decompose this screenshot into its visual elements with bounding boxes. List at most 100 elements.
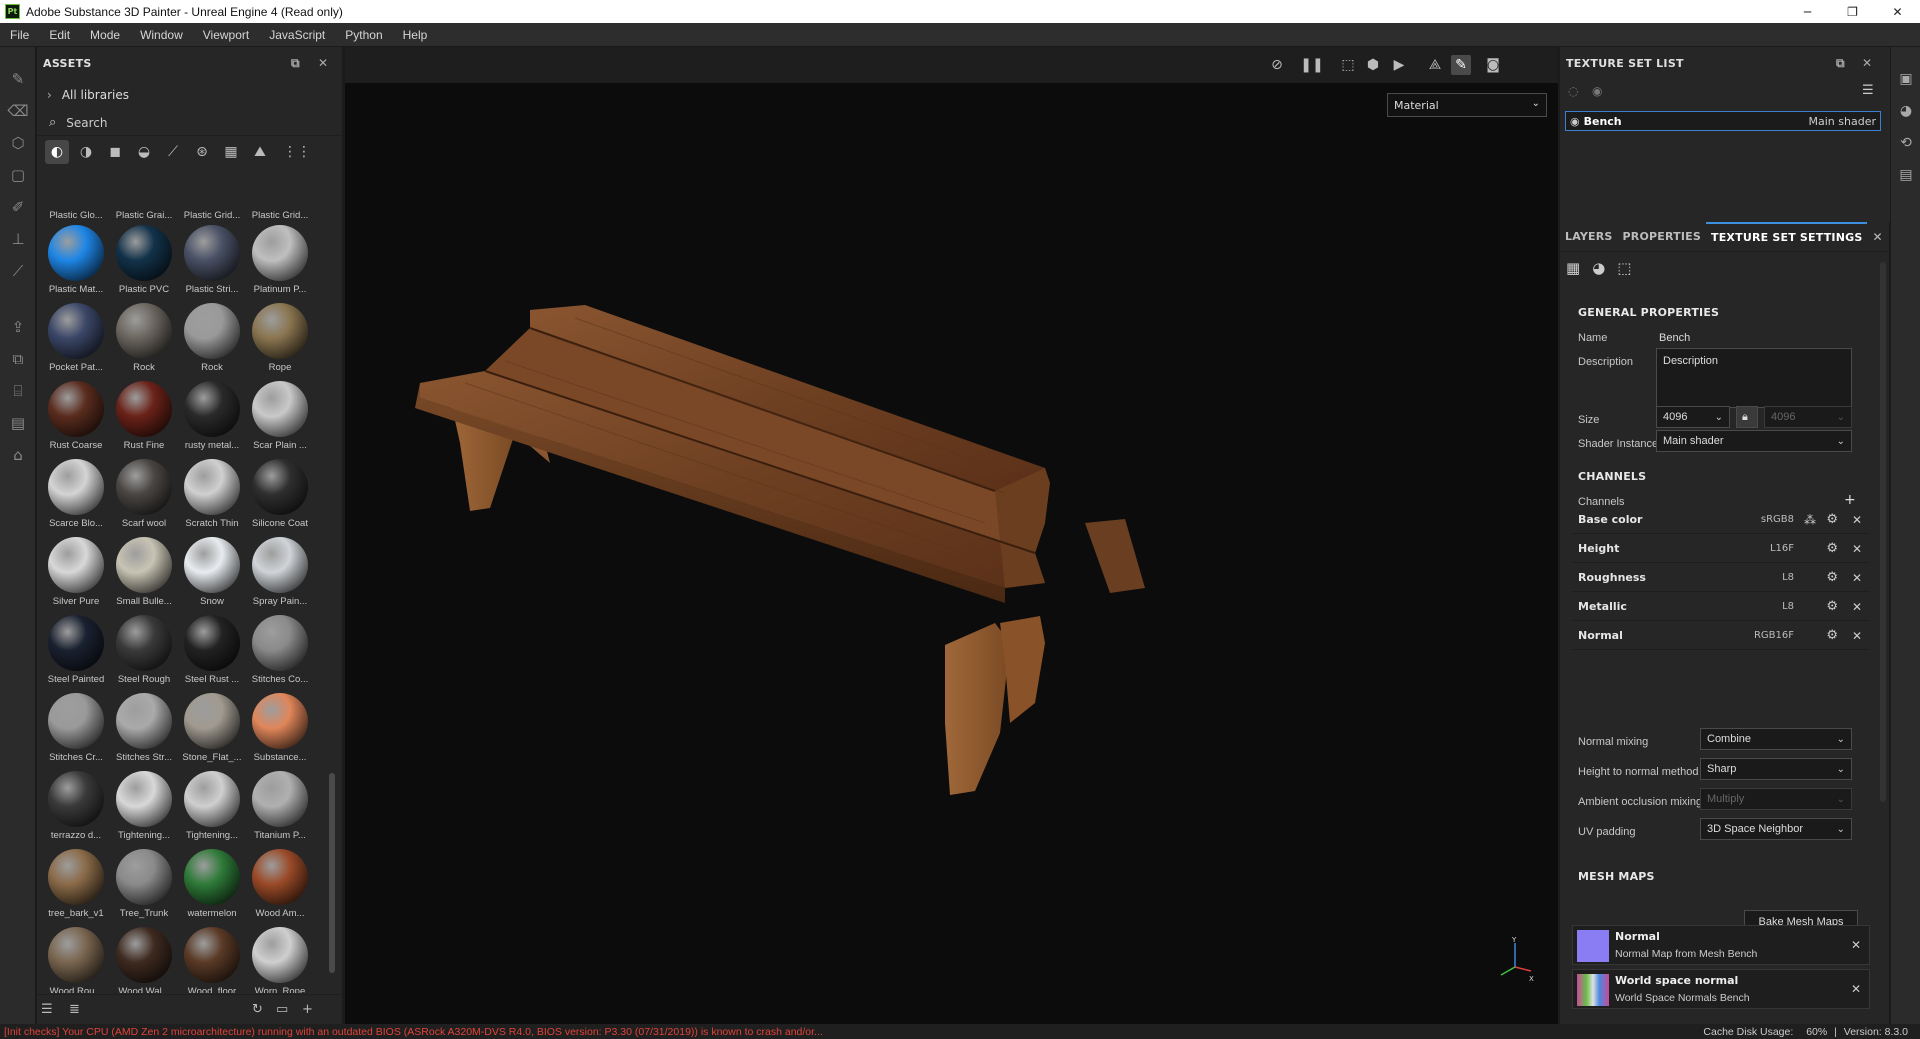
camera-icon[interactable]: ▶	[1389, 55, 1409, 75]
asset-item[interactable]: Worn_Rope	[246, 923, 314, 993]
close-icon[interactable]: ✕	[1851, 982, 1861, 996]
filter-environments-icon[interactable]: ⛰	[248, 140, 272, 164]
asset-item[interactable]: Silver Pure	[42, 533, 110, 611]
channel-row[interactable]: Base color sRGB8 ⁂ ⚙ ✕	[1572, 506, 1870, 534]
gear-icon[interactable]: ⚙	[1826, 512, 1838, 527]
mesh-map-item[interactable]: World space normal World Space Normals B…	[1572, 969, 1870, 1009]
library-icon[interactable]: ⌂	[0, 439, 36, 471]
channel-row[interactable]: Roughness L8 ⚙ ✕	[1572, 564, 1870, 592]
asset-item[interactable]: Rope	[246, 299, 314, 377]
paint-mode-icon[interactable]: ✎	[1451, 55, 1471, 75]
asset-item[interactable]: Scarce Blo...	[42, 455, 110, 533]
filter-smart-masks-icon[interactable]: ◼	[103, 140, 127, 164]
asset-item[interactable]: Scar Plain ...	[246, 377, 314, 455]
close-icon[interactable]: ✕	[1852, 629, 1862, 643]
size-select[interactable]: 4096 ⌄	[1656, 406, 1730, 428]
asset-item[interactable]: Rust Coarse	[42, 377, 110, 455]
filter-materials-icon[interactable]: ◐	[45, 140, 69, 164]
clone-stamp-icon[interactable]: ⊥	[0, 223, 36, 255]
tab-layers[interactable]: LAYERS	[1560, 222, 1618, 252]
asset-item[interactable]: Titanium P...	[246, 767, 314, 845]
channel-row[interactable]: Normal RGB16F ⚙ ✕	[1572, 622, 1870, 650]
projection-icon[interactable]: ⬡	[0, 127, 36, 159]
asset-item[interactable]: Stitches Co...	[246, 611, 314, 689]
asset-item[interactable]: Spray Pain...	[246, 533, 314, 611]
asset-item[interactable]: Wood Wal...	[110, 923, 178, 993]
gear-icon[interactable]: ⚙	[1826, 628, 1838, 643]
menu-python[interactable]: Python	[335, 28, 392, 42]
asset-item[interactable]: Tightening...	[178, 767, 246, 845]
smudge-icon[interactable]: ✐	[0, 191, 36, 223]
maximize-button[interactable]: ❐	[1830, 0, 1875, 23]
gear-icon[interactable]: ⚙	[1826, 599, 1838, 614]
asset-item[interactable]: Plastic Grid...	[178, 193, 246, 221]
filter-brushes-icon[interactable]: ⟋	[161, 140, 185, 164]
material-icon[interactable]: ◕	[1592, 259, 1605, 277]
close-icon[interactable]: ✕	[1851, 938, 1861, 952]
channel-row[interactable]: Height L16F ⚙ ✕	[1572, 535, 1870, 563]
menu-file[interactable]: File	[0, 28, 39, 42]
asset-item[interactable]: Pocket Pat...	[42, 299, 110, 377]
menu-help[interactable]: Help	[393, 28, 438, 42]
menu-viewport[interactable]: Viewport	[193, 28, 259, 42]
asset-item[interactable]: Stone_Flat_...	[178, 689, 246, 767]
list-menu-icon[interactable]: ☰	[1862, 83, 1874, 98]
gear-icon[interactable]: ⚙	[1826, 570, 1838, 585]
asset-item[interactable]: Silicone Coat	[246, 455, 314, 533]
hide-icon[interactable]: ⊘	[1267, 55, 1287, 75]
uv-padding-select[interactable]: 3D Space Neighbor ⌄	[1700, 818, 1852, 840]
close-icon[interactable]: ✕	[1852, 542, 1862, 556]
library-selector[interactable]: › All libraries	[37, 80, 342, 110]
asset-item[interactable]: Platinum P...	[246, 221, 314, 299]
float-panel-icon[interactable]: ⧉	[291, 56, 300, 71]
gear-icon[interactable]: ⚙	[1826, 541, 1838, 556]
close-icon[interactable]: ✕	[1852, 571, 1862, 585]
filter-smart-materials-icon[interactable]: ◑	[74, 140, 98, 164]
height-to-normal-select[interactable]: Sharp ⌄	[1700, 758, 1852, 780]
mesh-map-item[interactable]: Normal Normal Map from Mesh Bench ✕	[1572, 925, 1870, 965]
export-icon[interactable]: ⇪	[0, 311, 36, 343]
selection-icon[interactable]: ⬚	[1338, 55, 1358, 75]
add-icon[interactable]: +	[302, 1002, 313, 1017]
eraser-icon[interactable]: ⌫	[0, 95, 36, 127]
eye-icon[interactable]: ◉	[1570, 115, 1580, 128]
color-picker-icon[interactable]: ⟋	[0, 255, 36, 287]
geometry-mask-icon[interactable]: ▢	[0, 159, 36, 191]
close-tab-icon[interactable]: ✕	[1867, 222, 1887, 252]
tab-properties[interactable]: PROPERTIES	[1618, 222, 1706, 252]
lock-size-button[interactable]: 🔒︎	[1736, 406, 1758, 428]
shader-instance-select[interactable]: Main shader ⌄	[1656, 430, 1852, 452]
asset-item[interactable]: Plastic PVC	[110, 221, 178, 299]
asset-item[interactable]: rusty metal...	[178, 377, 246, 455]
asset-item[interactable]: Scarf wool	[110, 455, 178, 533]
asset-item[interactable]: Plastic Grid...	[246, 193, 314, 221]
pause-icon[interactable]: ❚❚	[1300, 55, 1323, 75]
asset-item[interactable]: Rock	[178, 299, 246, 377]
filter-filters-icon[interactable]: ◒	[132, 140, 156, 164]
asset-item[interactable]: Small Bulle...	[110, 533, 178, 611]
asset-item[interactable]: tree_bark_v1	[42, 845, 110, 923]
asset-item[interactable]: Wood Am...	[246, 845, 314, 923]
history-icon[interactable]: ⟲	[1891, 127, 1920, 159]
close-icon[interactable]: ✕	[1852, 600, 1862, 614]
channel-row[interactable]: Metallic L8 ⚙ ✕	[1572, 593, 1870, 621]
paint-brush-icon[interactable]: ✎	[0, 63, 36, 95]
asset-item[interactable]: Stitches Str...	[110, 689, 178, 767]
filter-textures-icon[interactable]: ▦	[219, 140, 243, 164]
asset-item[interactable]: Steel Rough	[110, 611, 178, 689]
asset-item[interactable]: Tightening...	[110, 767, 178, 845]
asset-item[interactable]: Rust Fine	[110, 377, 178, 455]
normal-mixing-select[interactable]: Combine ⌄	[1700, 728, 1852, 750]
search-field[interactable]: ⌕ Search	[37, 110, 342, 136]
description-field[interactable]: Description	[1656, 348, 1852, 408]
display-settings-icon[interactable]: ⌸	[0, 375, 36, 407]
close-panel-icon[interactable]: ✕	[1862, 56, 1872, 70]
color-space-icon[interactable]: ⁂	[1804, 513, 1816, 527]
uv-icon[interactable]: ⬚	[1617, 259, 1631, 277]
asset-item[interactable]: Stitches Cr...	[42, 689, 110, 767]
viewport-3d[interactable]: ⊘ ❚❚ ⬚ ⬢ ▶ ⟁ ✎ ◙ Material ⌄ Y X	[345, 47, 1558, 1024]
assets-scrollbar[interactable]	[329, 773, 335, 973]
tss-scrollbar[interactable]	[1880, 262, 1886, 802]
symmetry-icon[interactable]: ⟁	[1425, 55, 1445, 75]
folder-icon[interactable]: ▭	[276, 1002, 288, 1017]
